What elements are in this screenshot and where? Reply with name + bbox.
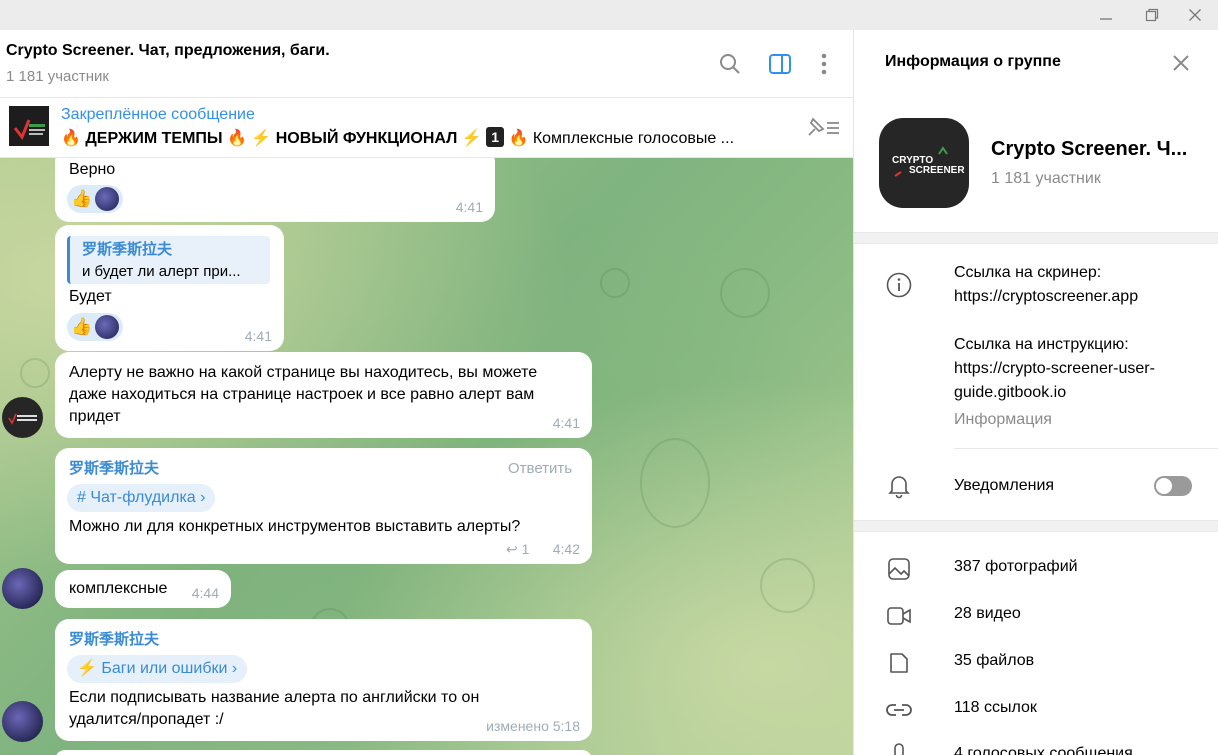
topic-link[interactable]: ⚡ Баги или ошибки › <box>67 655 248 683</box>
reply-button[interactable]: Ответить <box>508 458 572 480</box>
group-avatar[interactable]: CRYPTO SCREENER <box>879 118 969 208</box>
background-doodle <box>600 268 630 298</box>
avatar[interactable] <box>2 397 43 438</box>
pinned-text-bold: 🔥 ДЕРЖИМ ТЕМПЫ 🔥 ⚡ НОВЫЙ ФУНКЦИОНАЛ ⚡ <box>61 130 482 147</box>
reactor-avatar <box>95 315 119 339</box>
group-member-count: 1 181 участник <box>991 170 1101 187</box>
avatar[interactable] <box>2 568 43 609</box>
message-bubble[interactable]: 罗斯季斯拉夫 ⚡ Баги или ошибки › Если подписыв… <box>55 619 592 741</box>
chat-title[interactable]: Crypto Screener. Чат, предложения, баги. <box>6 42 330 60</box>
message-time: 4:41 <box>244 328 272 344</box>
pinned-message-bar[interactable]: Закреплённое сообщение 🔥 ДЕРЖИМ ТЕМПЫ 🔥 … <box>0 98 853 158</box>
background-doodle <box>720 268 770 318</box>
divider <box>854 520 1218 532</box>
message-text: Будет <box>69 288 112 305</box>
pinned-text-rest: 🔥 Комплексные голосовые ... <box>508 130 735 147</box>
info-icon <box>885 271 913 299</box>
notifications-label: Уведомления <box>954 477 1055 494</box>
message-text: Если подписывать название алерта по англ… <box>69 689 480 728</box>
message-bubble[interactable]: Алерту не важно на какой странице вы нах… <box>55 352 592 438</box>
message-author[interactable]: 罗斯季斯拉夫 <box>69 458 159 480</box>
media-photos[interactable]: 387 фотографий <box>954 558 1078 576</box>
window-titlebar <box>0 0 1218 30</box>
message-text: комплексные <box>69 580 168 597</box>
message-time: 4:41 <box>552 415 580 431</box>
info-link[interactable]: https://crypto-screener-user- <box>954 357 1155 381</box>
message-text: Можно ли для конкретных инструментов выс… <box>69 518 521 535</box>
message-time: 4:44 <box>191 585 219 601</box>
more-vert-icon[interactable] <box>810 50 838 78</box>
info-link[interactable]: guide.gitbook.io <box>954 381 1066 405</box>
info-caption: Информация <box>954 411 1052 428</box>
thumbs-up-reaction: 👍 <box>71 189 93 208</box>
reply-quote[interactable]: 罗斯季斯拉夫 и будет ли алерт при... <box>67 236 270 284</box>
sidebar-toggle-icon[interactable] <box>766 50 794 78</box>
video-icon <box>885 602 913 630</box>
message-author[interactable]: 罗斯季斯拉夫 <box>69 629 159 651</box>
link-icon <box>885 696 913 724</box>
chat-area[interactable]: Верно 👍 4:41 罗斯季斯拉夫 и будет ли алерт при… <box>0 158 853 755</box>
file-icon <box>885 649 913 677</box>
minimize-icon[interactable] <box>1083 0 1129 30</box>
pinned-thumbnail <box>9 106 49 146</box>
divider <box>854 232 1218 244</box>
photo-icon <box>885 555 913 583</box>
pin-list-icon[interactable] <box>805 115 841 139</box>
reactions[interactable]: 👍 <box>67 313 123 341</box>
message-time: 4:41 <box>455 199 483 215</box>
message-time: 4:42 <box>552 541 580 557</box>
divider <box>954 448 1218 449</box>
search-icon[interactable] <box>716 50 744 78</box>
media-videos[interactable]: 28 видео <box>954 605 1021 623</box>
background-doodle <box>20 358 50 388</box>
info-line: Ссылка на инструкцию: <box>954 336 1129 353</box>
message-bubble[interactable]: 罗斯季斯拉夫 Ответить # Чат-флудилка › Можно л… <box>55 448 592 564</box>
chat-header: Crypto Screener. Чат, предложения, баги.… <box>0 30 853 98</box>
thumbs-up-reaction: 👍 <box>71 317 93 336</box>
quote-text: и будет ли алерт при... <box>82 263 241 280</box>
message-bubble[interactable] <box>55 750 592 755</box>
quote-author: 罗斯季斯拉夫 <box>82 241 173 258</box>
reply-arrow-icon: ↩ <box>506 541 518 557</box>
reactions[interactable]: 👍 <box>67 185 123 213</box>
close-icon[interactable] <box>1170 52 1192 74</box>
close-icon[interactable] <box>1172 0 1218 30</box>
message-text: Алерту не важно на какой странице вы нах… <box>69 364 538 425</box>
toggle-knob <box>1156 478 1172 494</box>
restore-icon[interactable] <box>1129 0 1175 30</box>
logo-mark-icon <box>894 146 948 177</box>
replies-number: 1 <box>521 541 530 557</box>
message-bubble[interactable]: комплексные 4:44 <box>55 570 231 608</box>
topic-link[interactable]: # Чат-флудилка › <box>67 484 216 512</box>
message-bubble[interactable]: Верно 👍 4:41 <box>55 158 495 222</box>
notifications-toggle[interactable] <box>1154 476 1192 496</box>
media-voice[interactable]: 4 голосовых сообщения <box>954 745 1133 755</box>
message-time: изменено 5:18 <box>486 718 580 734</box>
pinned-text: 🔥 ДЕРЖИМ ТЕМПЫ 🔥 ⚡ НОВЫЙ ФУНКЦИОНАЛ ⚡ 1 … <box>61 127 781 148</box>
background-doodle <box>760 558 815 613</box>
group-info-panel: Информация о группе CRYPTO SCREENER Cryp… <box>853 30 1218 755</box>
reactor-avatar <box>95 187 119 211</box>
avatar[interactable] <box>2 701 43 742</box>
message-text: Верно <box>69 161 116 178</box>
microphone-icon <box>885 740 913 755</box>
media-links[interactable]: 118 ссылок <box>954 699 1037 717</box>
panel-title: Информация о группе <box>885 53 1061 70</box>
bell-icon <box>885 472 913 500</box>
group-name: Crypto Screener. Ч... <box>991 138 1188 160</box>
message-bubble[interactable]: 罗斯季斯拉夫 и будет ли алерт при... Будет 👍 4… <box>55 225 284 351</box>
info-line: Ссылка на скринер: <box>954 264 1102 281</box>
info-link[interactable]: https://cryptoscreener.app <box>954 285 1138 309</box>
media-files[interactable]: 35 файлов <box>954 652 1034 670</box>
chat-member-count: 1 181 участник <box>6 68 109 85</box>
pinned-number-badge: 1 <box>486 127 505 147</box>
background-doodle <box>640 438 710 528</box>
pinned-label: Закреплённое сообщение <box>61 106 255 123</box>
replies-count[interactable]: ↩ 1 <box>506 538 529 560</box>
